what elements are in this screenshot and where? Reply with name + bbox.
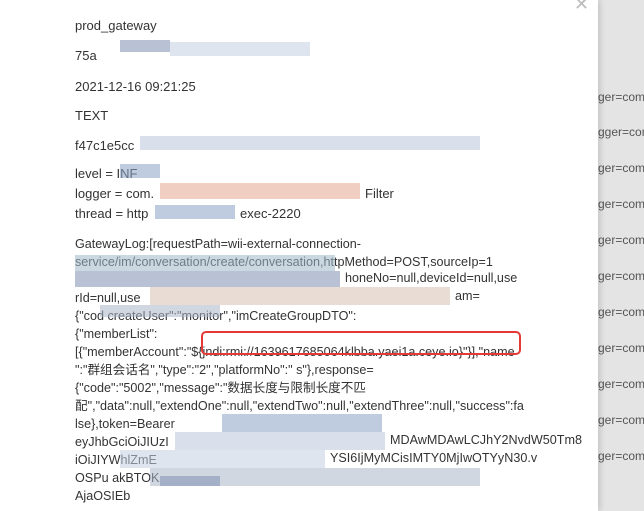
background-log-line: ger=com	[598, 377, 644, 391]
log-thread: thread = http	[75, 206, 149, 221]
log-logger: logger = com.	[75, 186, 155, 201]
redaction-mosaic	[175, 432, 385, 450]
redaction-mosaic	[75, 271, 340, 287]
log-token-fragment: MDAwMDAwLCJhY2NvdW50Tm8	[390, 433, 582, 447]
log-phone-fragment: honeNo=null,deviceId=null,use	[345, 271, 518, 285]
background-log-panel: ger=com gger=com ger=com ger=com ger=com…	[598, 0, 644, 511]
redaction-mosaic	[222, 414, 382, 432]
redaction-mosaic	[100, 305, 220, 317]
redaction-mosaic	[120, 40, 170, 52]
log-detail-modal: ✕ prod_gateway 75a 2021-12-16 09:21:25 T…	[0, 0, 598, 511]
background-log-line: ger=com	[598, 413, 644, 427]
log-line: {"code":"5002","message":"数据长度与限制长度不匹	[75, 381, 366, 395]
log-line: ":"群组会话名","type":"2","platformNo":" s"},…	[75, 363, 374, 377]
redaction-mosaic	[155, 205, 235, 219]
redaction-mosaic	[150, 287, 450, 305]
highlight-box	[201, 331, 521, 355]
log-thread-tail: exec-2220	[240, 206, 301, 221]
log-hash: f47c1e5cc	[75, 138, 135, 153]
redaction-mosaic	[75, 255, 335, 271]
log-timestamp: 2021-12-16 09:21:25	[75, 79, 196, 94]
background-log-line: gger=com	[598, 125, 644, 139]
background-log-line: ger=com	[598, 449, 644, 463]
background-log-line: ger=com	[598, 269, 644, 283]
log-logger-tail: Filter	[365, 186, 394, 201]
background-log-line: ger=com	[598, 197, 644, 211]
background-log-line: ger=com	[598, 90, 644, 104]
redaction-mosaic	[160, 476, 220, 486]
log-line: GatewayLog:[requestPath=wii-external-con…	[75, 237, 361, 251]
redaction-mosaic	[120, 450, 325, 468]
log-type: TEXT	[75, 108, 109, 123]
log-line: AjaOSIEb	[75, 489, 131, 503]
service-name: prod_gateway	[75, 18, 157, 33]
background-log-line: ger=com	[598, 233, 644, 247]
close-icon[interactable]: ✕	[574, 0, 589, 15]
log-token-fragment: YSI6IjMyMCisIMTY0MjIwOTYyN30.v	[330, 451, 538, 465]
redaction-mosaic	[160, 183, 360, 199]
log-line: 配","data":null,"extendOne":null,"extendT…	[75, 399, 524, 413]
redaction-mosaic	[140, 136, 480, 150]
redaction-mosaic	[120, 164, 160, 178]
background-log-line: ger=com	[598, 161, 644, 175]
redaction-mosaic	[170, 42, 310, 56]
log-am-fragment: am=	[455, 289, 480, 303]
background-log-line: ger=com	[598, 341, 644, 355]
trace-id: 75a	[75, 48, 97, 63]
background-log-line: ger=com	[598, 305, 644, 319]
